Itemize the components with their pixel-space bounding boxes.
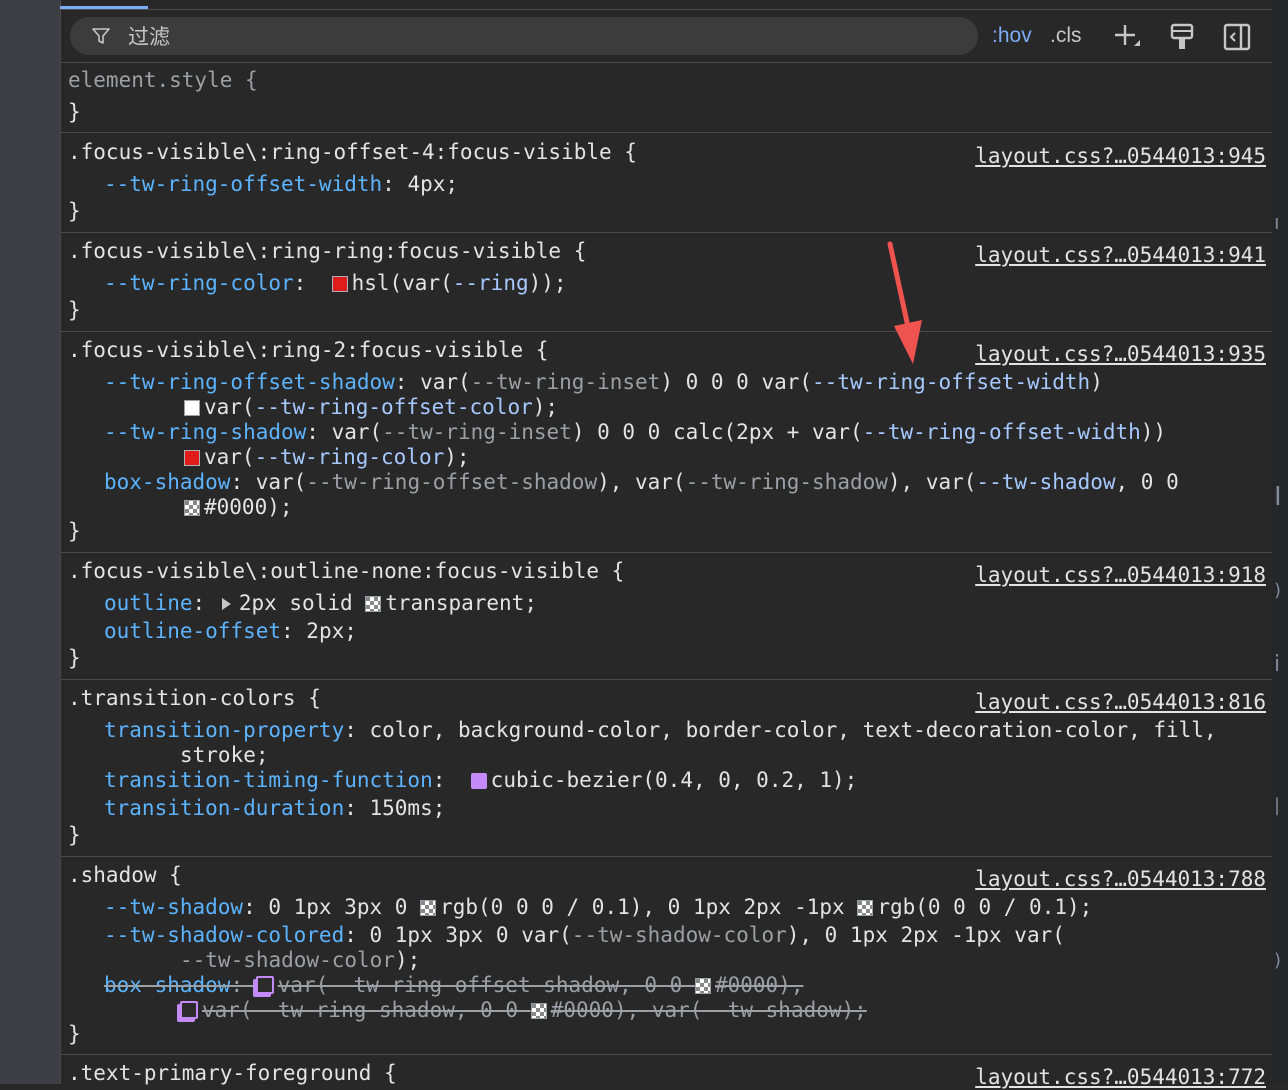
property-value: 2px solid: [238, 591, 366, 615]
color-swatch[interactable]: [331, 276, 348, 292]
declaration[interactable]: transition-timing-function: cubic-bezier…: [104, 767, 857, 793]
css-variable[interactable]: --ring: [453, 271, 529, 295]
color-swatch[interactable]: [184, 500, 200, 516]
color-swatch[interactable]: [184, 400, 200, 416]
filter-input[interactable]: [126, 21, 950, 53]
property-name: outline-offset: [104, 619, 282, 643]
declaration[interactable]: transition-duration: 150ms;: [104, 795, 445, 821]
styles-toolbar: :hov .cls: [60, 10, 1272, 63]
edge-fragment: Ⅰ: [1274, 482, 1282, 512]
rule-divider: [60, 552, 1272, 553]
rule-source-link[interactable]: layout.css?…0544013:941: [975, 242, 1266, 268]
annotation-arrow-icon: [887, 241, 922, 364]
rule-selector: .focus-visible\:ring-offset-4:focus-visi…: [68, 140, 637, 164]
overridden-declaration-continuation: var(--tw-ring-shadow, 0 0 #0000), var(--…: [180, 997, 867, 1023]
rule-divider: [60, 132, 1272, 133]
rule-close: }: [68, 823, 81, 847]
declaration-continuation: #0000);: [184, 494, 293, 520]
declaration[interactable]: --tw-ring-color: hsl(var(--ring));: [104, 270, 567, 296]
rule-close: }: [68, 646, 81, 670]
rule-source-link[interactable]: layout.css?…0544013:935: [975, 341, 1266, 367]
rule-divider: [60, 856, 1272, 857]
declaration[interactable]: outline-offset: 2px;: [104, 618, 357, 644]
color-swatch[interactable]: [694, 978, 711, 994]
color-swatch[interactable]: [365, 596, 382, 612]
property-value: : color, background-color, border-color,…: [344, 718, 1217, 742]
declaration[interactable]: --tw-ring-offset-width: 4px;: [104, 171, 458, 197]
rule-divider: [60, 1054, 1272, 1055]
left-gutter: [0, 0, 60, 1084]
property-name: outline: [104, 591, 193, 615]
declaration-continuation: --tw-shadow-color);: [180, 948, 421, 972]
rule-selector: .focus-visible\:ring-ring:focus-visible …: [68, 239, 587, 263]
rule-selector: .shadow {: [68, 863, 182, 887]
rule-close: }: [68, 298, 81, 322]
declaration[interactable]: transition-property: color, background-c…: [104, 717, 1217, 743]
shadow-editor-icon[interactable]: [255, 976, 274, 994]
filter-box[interactable]: [70, 17, 978, 55]
overridden-declaration[interactable]: box-shadow: var(--tw-ring-offset-shadow,…: [104, 972, 803, 998]
edge-fragment: |: [1274, 795, 1281, 816]
declaration[interactable]: --tw-ring-shadow: var(--tw-ring-inset) 0…: [104, 419, 1166, 445]
property-value: : 150ms;: [344, 796, 446, 820]
declaration-continuation: var(--tw-ring-offset-color);: [184, 394, 558, 420]
rule-source-link[interactable]: layout.css?…0544013:918: [975, 562, 1266, 588]
property-name: transition-property: [104, 718, 345, 742]
rule-close: }: [68, 199, 81, 223]
rule-divider: [60, 679, 1272, 680]
shadow-editor-icon[interactable]: [180, 1001, 198, 1019]
rule-divider: [60, 331, 1272, 332]
rule-source-link[interactable]: layout.css?…0544013:772: [975, 1064, 1266, 1090]
rule-source-link[interactable]: layout.css?…0544013:788: [975, 866, 1266, 892]
rule-selector: .text-primary-foreground {: [68, 1061, 397, 1085]
rule-source-link[interactable]: layout.css?…0544013:816: [975, 689, 1266, 715]
color-swatch[interactable]: [184, 450, 200, 466]
class-toggle[interactable]: .cls: [1050, 20, 1082, 52]
filter-icon: [92, 28, 110, 44]
color-swatch[interactable]: [420, 900, 437, 916]
color-swatch[interactable]: [530, 1003, 547, 1019]
property-name: --tw-ring-offset-width: [104, 172, 383, 196]
property-name: --tw-ring-color: [104, 271, 294, 295]
property-value-end: transparent;: [385, 591, 537, 615]
declaration[interactable]: box-shadow: var(--tw-ring-offset-shadow)…: [104, 469, 1179, 495]
edge-fragment: i: [1274, 652, 1281, 677]
property-value: : 2px;: [281, 619, 357, 643]
toggle-sidebar-icon[interactable]: [1222, 22, 1252, 52]
property-value-end: ));: [528, 271, 567, 295]
bezier-editor-icon[interactable]: [470, 773, 487, 789]
declaration[interactable]: --tw-shadow-colored: 0 1px 3px 0 var(--t…: [104, 922, 1065, 948]
rule-close: }: [68, 100, 81, 124]
declaration-continuation: stroke;: [180, 743, 269, 767]
property-name: transition-timing-function: [104, 768, 433, 792]
rule-selector: element.style {: [68, 68, 258, 92]
edge-fragment: ): [1274, 580, 1282, 601]
declaration[interactable]: outline: 2px solid transparent;: [104, 590, 537, 616]
declaration[interactable]: --tw-shadow: 0 1px 3px 0 rgb(0 0 0 / 0.1…: [104, 894, 1092, 920]
rule-divider: [60, 232, 1272, 233]
color-swatch[interactable]: [857, 900, 874, 916]
declaration-continuation: var(--tw-ring-color);: [184, 444, 470, 470]
expand-triangle-icon[interactable]: [221, 598, 231, 610]
property-value: : 4px;: [382, 172, 459, 196]
property-value: cubic-bezier(0.4, 0, 0.2, 1);: [490, 768, 858, 792]
rule-selector: .transition-colors {: [68, 686, 321, 710]
rule-close: }: [68, 519, 81, 543]
edge-fragment: ): [1274, 950, 1282, 971]
declaration[interactable]: --tw-ring-offset-shadow: var(--tw-ring-i…: [104, 369, 1103, 395]
rule-close: }: [68, 1022, 81, 1046]
toggle-element-state-icon[interactable]: [1167, 22, 1197, 52]
rule-source-link[interactable]: layout.css?…0544013:945: [975, 143, 1266, 169]
property-value: hsl(var(: [351, 271, 453, 295]
rule-selector: .focus-visible\:outline-none:focus-visib…: [68, 559, 625, 583]
rule-selector: .focus-visible\:ring-2:focus-visible {: [68, 338, 549, 362]
page-edge-strip: ı Ⅰ ) i | ): [1272, 0, 1288, 1084]
edge-fragment: ı: [1274, 210, 1280, 234]
new-style-rule-icon[interactable]: [1112, 22, 1142, 52]
hover-state-toggle[interactable]: :hov: [992, 20, 1032, 52]
property-name: --tw-ring-offset-shadow: [104, 370, 395, 394]
property-name: transition-duration: [104, 796, 345, 820]
